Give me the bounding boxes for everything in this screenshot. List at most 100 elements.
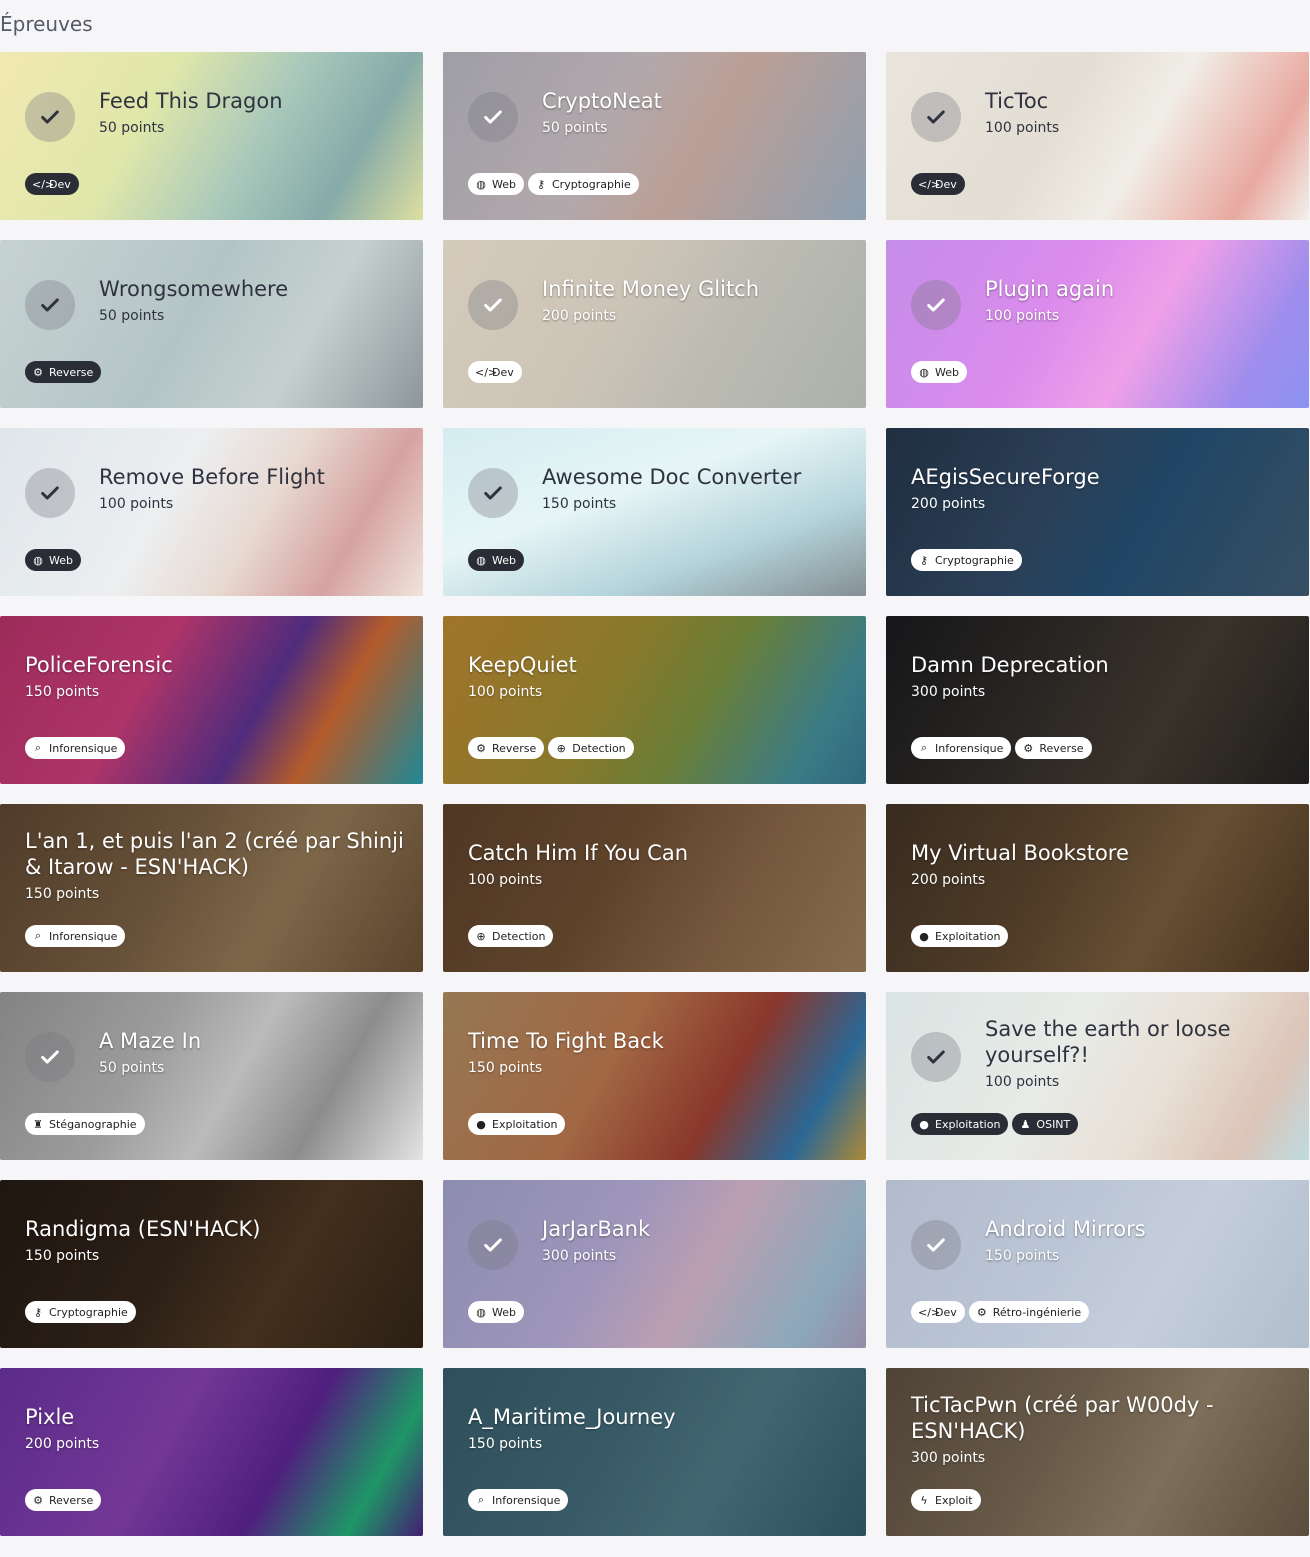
card-points: 100 points bbox=[985, 1074, 1060, 1090]
challenge-card[interactable]: CryptoNeat 50 points ◍ Web ⚷ Cryptographie bbox=[443, 52, 866, 220]
challenge-card[interactable]: AEgisSecureForge 200 points ⚷ Cryptographie bbox=[886, 428, 1309, 596]
challenge-card[interactable]: Time To Fight Back 150 points ● Exploitatio… bbox=[443, 992, 866, 1160]
category-tag: ϟ Exploit bbox=[911, 1489, 981, 1511]
tag-label: Inforensique bbox=[935, 741, 1004, 755]
tag-label: OSINT bbox=[1036, 1117, 1071, 1131]
card-title: PoliceForensic bbox=[25, 653, 173, 677]
card-title: Awesome Doc Converter bbox=[542, 465, 802, 489]
tag-label: Exploitation bbox=[935, 1117, 1001, 1131]
category-tag: ⚙ Rétro-ingénierie bbox=[968, 1301, 1090, 1323]
tag-label: Web bbox=[492, 553, 516, 567]
card-tags: ◍ Web bbox=[468, 1301, 524, 1323]
card-points: 50 points bbox=[99, 1060, 165, 1076]
card-points: 50 points bbox=[99, 120, 165, 136]
solved-check-icon bbox=[25, 468, 75, 518]
challenge-card[interactable]: Damn Deprecation 300 points ⌕ Inforensique ⚙… bbox=[886, 616, 1309, 784]
tag-label: Inforensique bbox=[49, 741, 118, 755]
card-tags: ⌕ Inforensique ⚙ Reverse bbox=[911, 737, 1092, 759]
category-tag: ⚙ Reverse bbox=[25, 1489, 102, 1511]
card-points: 100 points bbox=[468, 872, 543, 888]
challenge-card[interactable]: A Maze In 50 points ♜ Stéganographie bbox=[0, 992, 423, 1160]
card-title: CryptoNeat bbox=[542, 89, 662, 113]
card-title: A Maze In bbox=[99, 1029, 202, 1053]
card-tags: ⌕ Inforensique bbox=[25, 737, 126, 759]
solved-check-icon bbox=[911, 92, 961, 142]
challenge-card[interactable]: Wrongsomewhere 50 points ⚙ Reverse bbox=[0, 240, 423, 408]
challenge-card[interactable]: Remove Before Flight 100 points ◍ Web bbox=[0, 428, 423, 596]
card-tags: ◍ Web ⚷ Cryptographie bbox=[468, 173, 639, 195]
tag-label: Dev bbox=[935, 1305, 957, 1319]
gears-icon: ⚙ bbox=[33, 365, 43, 379]
category-tag: ⌕ Inforensique bbox=[25, 737, 126, 759]
category-tag: ● Exploitation bbox=[911, 925, 1009, 947]
challenge-card[interactable]: Infinite Money Glitch 200 points </> Dev bbox=[443, 240, 866, 408]
card-points: 300 points bbox=[911, 1450, 986, 1466]
category-tag: ⚷ Cryptographie bbox=[25, 1301, 136, 1323]
challenge-card[interactable]: Feed This Dragon 50 points </> Dev bbox=[0, 52, 423, 220]
gears-icon: ⚙ bbox=[1023, 741, 1034, 755]
challenge-card[interactable]: Save the earth or loose yourself?! 100 po… bbox=[886, 992, 1309, 1160]
tag-label: Reverse bbox=[49, 1493, 94, 1507]
challenge-card[interactable]: My Virtual Bookstore 200 points ● Exploitat… bbox=[886, 804, 1309, 972]
card-points: 200 points bbox=[542, 308, 617, 324]
tag-label: Dev bbox=[492, 365, 514, 379]
card-title: TicToc bbox=[985, 89, 1049, 113]
card-tags: ◍ Web bbox=[25, 549, 81, 571]
category-tag: </> Dev bbox=[911, 1301, 965, 1323]
challenge-card[interactable]: Plugin again 100 points ◍ Web bbox=[886, 240, 1309, 408]
globe-icon: ◍ bbox=[476, 553, 486, 567]
challenge-card[interactable]: TicTacPwn (créé par W00dy - ESN'HACK) 300… bbox=[886, 1368, 1309, 1536]
challenge-card[interactable]: Catch Him If You Can 100 points ⊕ Detection bbox=[443, 804, 866, 972]
card-tags: ● Exploitation bbox=[911, 925, 1009, 947]
tag-label: Reverse bbox=[1039, 741, 1084, 755]
category-tag: ◍ Web bbox=[468, 1301, 524, 1323]
card-title: Infinite Money Glitch bbox=[542, 277, 760, 301]
challenge-card[interactable]: Pixle 200 points ⚙ Reverse bbox=[0, 1368, 423, 1536]
card-tags: ● Exploitation ♟ OSINT bbox=[911, 1113, 1079, 1135]
challenge-card[interactable]: PoliceForensic 150 points ⌕ Inforensique bbox=[0, 616, 423, 784]
code-icon: </> bbox=[918, 1305, 941, 1319]
solved-check-icon bbox=[468, 92, 518, 142]
challenge-card[interactable]: Android Mirrors 150 points </> Dev ⚙ Rétro-in… bbox=[886, 1180, 1309, 1348]
tag-label: Web bbox=[935, 365, 959, 379]
card-tags: ◍ Web bbox=[468, 549, 524, 571]
challenge-card[interactable]: KeepQuiet 100 points ⚙ Reverse ⊕ Detection bbox=[443, 616, 866, 784]
bolt-icon: ϟ bbox=[920, 1493, 928, 1507]
code-icon: </> bbox=[918, 177, 941, 191]
tag-label: Inforensique bbox=[492, 1493, 561, 1507]
challenge-card[interactable]: Awesome Doc Converter 150 points ◍ Web bbox=[443, 428, 866, 596]
challenge-card[interactable]: JarJarBank 300 points ◍ Web bbox=[443, 1180, 866, 1348]
tag-label: Exploit bbox=[935, 1493, 973, 1507]
challenge-card[interactable]: L'an 1, et puis l'an 2 (créé par Shinji … bbox=[0, 804, 423, 972]
challenge-card[interactable]: TicToc 100 points </> Dev bbox=[886, 52, 1309, 220]
category-tag: ◍ Web bbox=[468, 173, 524, 195]
card-points: 150 points bbox=[25, 1248, 100, 1264]
card-tags: ⊕ Detection bbox=[468, 925, 554, 947]
tag-label: Cryptographie bbox=[49, 1305, 128, 1319]
tag-label: Inforensique bbox=[49, 929, 118, 943]
category-tag: ⚙ Reverse bbox=[25, 361, 102, 383]
card-title: Catch Him If You Can bbox=[468, 841, 689, 865]
globe-icon: ◍ bbox=[476, 1305, 486, 1319]
card-points: 100 points bbox=[985, 308, 1060, 324]
tag-label: Detection bbox=[572, 741, 626, 755]
challenge-card[interactable]: Randigma (ESN'HACK) 150 points ⚷ Cryptograp… bbox=[0, 1180, 423, 1348]
code-icon: </> bbox=[475, 365, 498, 379]
card-points: 300 points bbox=[911, 684, 986, 700]
solved-check-icon bbox=[468, 280, 518, 330]
search-icon: ⌕ bbox=[477, 1493, 485, 1506]
card-tags: ● Exploitation bbox=[468, 1113, 566, 1135]
card-points: 150 points bbox=[985, 1248, 1060, 1264]
solved-check-icon bbox=[911, 1220, 961, 1270]
category-tag: ● Exploitation bbox=[911, 1113, 1009, 1135]
card-tags: ⚙ Reverse ⊕ Detection bbox=[468, 737, 634, 759]
gears-icon: ⚙ bbox=[33, 1493, 43, 1507]
bomb-icon: ● bbox=[476, 1117, 486, 1131]
bomb-icon: ● bbox=[919, 929, 929, 943]
category-tag: ♜ Stéganographie bbox=[25, 1113, 145, 1135]
challenge-card[interactable]: A_Maritime_Journey 150 points ⌕ Inforensiqu… bbox=[443, 1368, 866, 1536]
gears-icon: ⚙ bbox=[476, 741, 486, 755]
solved-check-icon bbox=[25, 92, 75, 142]
card-tags: ϟ Exploit bbox=[911, 1489, 981, 1511]
card-points: 200 points bbox=[911, 496, 986, 512]
